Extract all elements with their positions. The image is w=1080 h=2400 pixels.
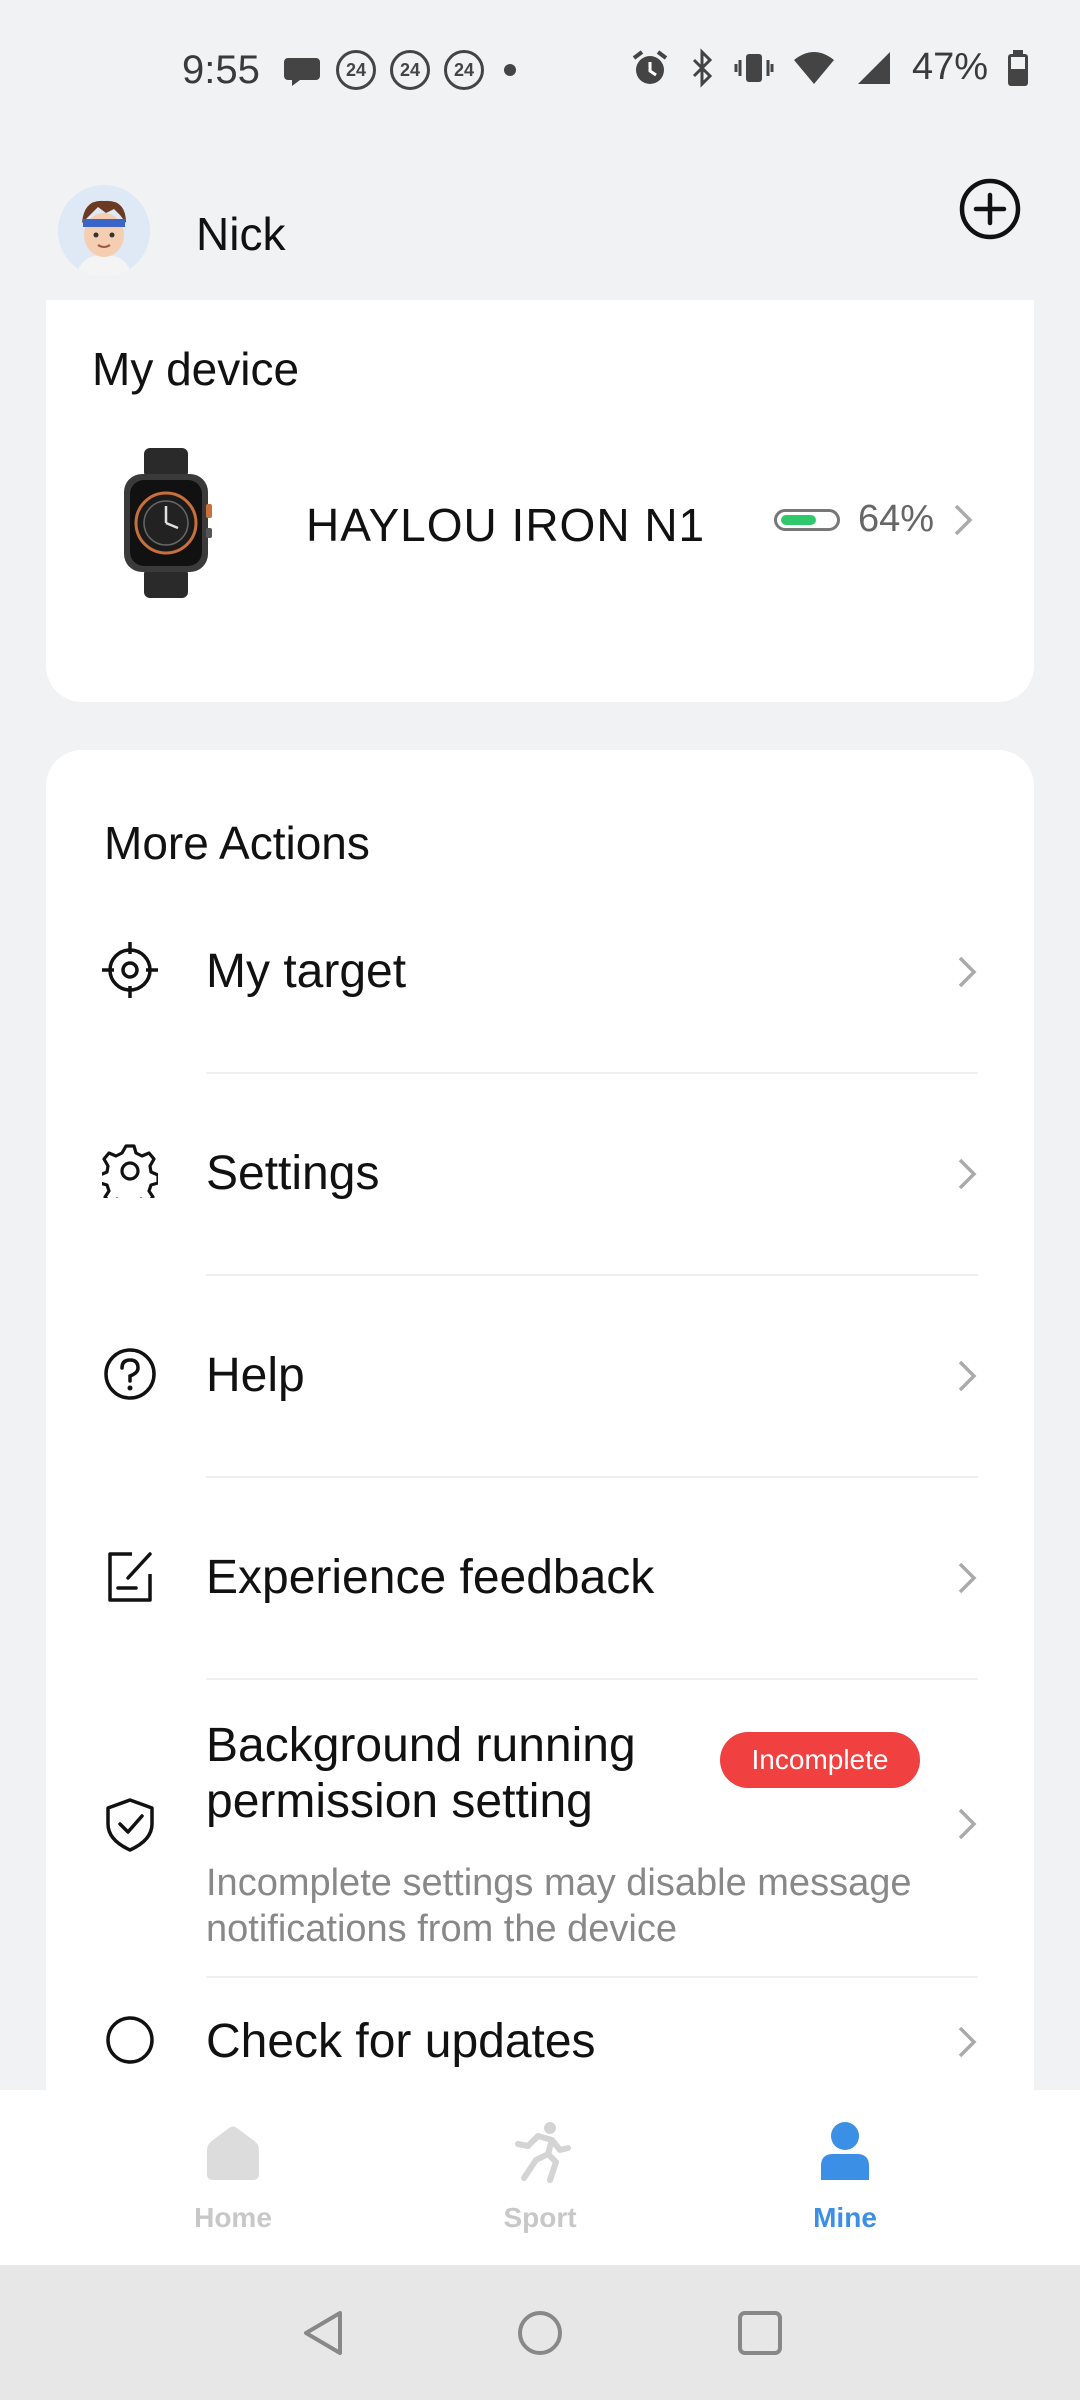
action-help[interactable]: Help xyxy=(46,1276,1034,1478)
my-device-card: My device HAYLOU IRON N1 64% xyxy=(46,300,1034,702)
action-label: Experience feedback xyxy=(206,1551,655,1604)
user-name[interactable]: Nick xyxy=(196,207,285,261)
add-device-button[interactable] xyxy=(958,177,1022,241)
chevron-right-icon xyxy=(954,504,973,535)
recents-icon[interactable] xyxy=(732,2305,788,2361)
chevron-right-icon xyxy=(958,1808,977,1840)
avatar[interactable] xyxy=(58,185,150,277)
notification-icons: 24 24 24 xyxy=(282,50,522,90)
update-icon xyxy=(106,2016,154,2064)
action-background-permission[interactable]: Background running permission setting In… xyxy=(46,1680,1034,1976)
chat-icon xyxy=(284,58,320,86)
action-label: Help xyxy=(206,1349,305,1402)
action-label: Check for updates xyxy=(206,2015,596,2068)
permission-subtitle: Incomplete settings may disable message … xyxy=(206,1862,912,1950)
device-battery: 64% xyxy=(773,498,974,541)
notification-badge-1: 24 xyxy=(336,50,376,90)
action-label: My target xyxy=(206,945,407,998)
bluetooth-icon xyxy=(692,47,713,88)
chevron-right-icon xyxy=(958,1158,977,1190)
vibrate-icon xyxy=(734,53,774,82)
device-battery-bar xyxy=(773,508,840,531)
tab-label: Home xyxy=(194,2202,272,2233)
feedback-icon xyxy=(108,1552,152,1602)
chevron-right-icon xyxy=(958,1562,977,1594)
home-icon xyxy=(207,2126,259,2180)
device-name: HAYLOU IRON N1 xyxy=(306,499,706,551)
alarm-icon xyxy=(632,49,668,84)
chevron-right-icon xyxy=(958,1360,977,1392)
status-right: 47% xyxy=(630,46,1030,89)
chevron-right-icon xyxy=(958,2026,977,2058)
running-icon xyxy=(515,2122,571,2183)
action-label: Background running permission setting xyxy=(206,1719,636,1828)
bottom-tab-bar: Home Sport Mine xyxy=(0,2090,1080,2265)
wifi-icon xyxy=(793,51,834,84)
tab-label: Sport xyxy=(503,2202,577,2233)
help-icon xyxy=(104,1348,156,1400)
battery-percent: 47% xyxy=(911,46,988,88)
action-experience-feedback[interactable]: Experience feedback xyxy=(46,1478,1034,1680)
action-label: Settings xyxy=(206,1147,380,1200)
tab-label: Mine xyxy=(813,2202,877,2233)
back-icon[interactable] xyxy=(296,2305,352,2361)
device-row[interactable]: HAYLOU IRON N1 64% xyxy=(92,440,988,620)
status-bar: 9:55 24 24 24 47% xyxy=(0,0,1080,140)
tab-home[interactable]: Home xyxy=(133,2120,333,2234)
person-icon xyxy=(821,2122,869,2180)
gear-icon xyxy=(102,1144,158,1198)
my-device-title: My device xyxy=(92,343,300,395)
chevron-right-icon xyxy=(958,956,977,988)
battery-icon xyxy=(1008,49,1028,86)
profile-header: Nick xyxy=(58,178,1022,285)
device-battery-text: 64% xyxy=(857,498,934,540)
notification-badge-2: 24 xyxy=(390,50,430,90)
target-icon xyxy=(102,942,158,998)
dot-icon xyxy=(504,64,516,76)
shield-check-icon xyxy=(106,1798,154,1852)
notification-badge-3: 24 xyxy=(444,50,484,90)
action-settings[interactable]: Settings xyxy=(46,1074,1034,1276)
home-nav-icon[interactable] xyxy=(512,2305,568,2361)
more-actions-title: More Actions xyxy=(104,817,370,869)
action-my-target[interactable]: My target xyxy=(46,872,1034,1074)
incomplete-badge: Incomplete xyxy=(720,1732,920,1788)
status-time: 9:55 xyxy=(182,48,260,92)
watch-image xyxy=(124,448,212,598)
more-actions-card: More Actions My target Settings Help Exp… xyxy=(46,750,1034,2100)
device-battery-fill xyxy=(780,514,816,525)
action-check-updates[interactable]: Check for updates xyxy=(46,1978,1034,2100)
signal-icon xyxy=(857,51,890,84)
avatar-image xyxy=(58,185,150,277)
system-navigation-bar xyxy=(0,2265,1080,2400)
tab-sport[interactable]: Sport xyxy=(440,2120,640,2234)
tab-mine[interactable]: Mine xyxy=(745,2120,945,2234)
